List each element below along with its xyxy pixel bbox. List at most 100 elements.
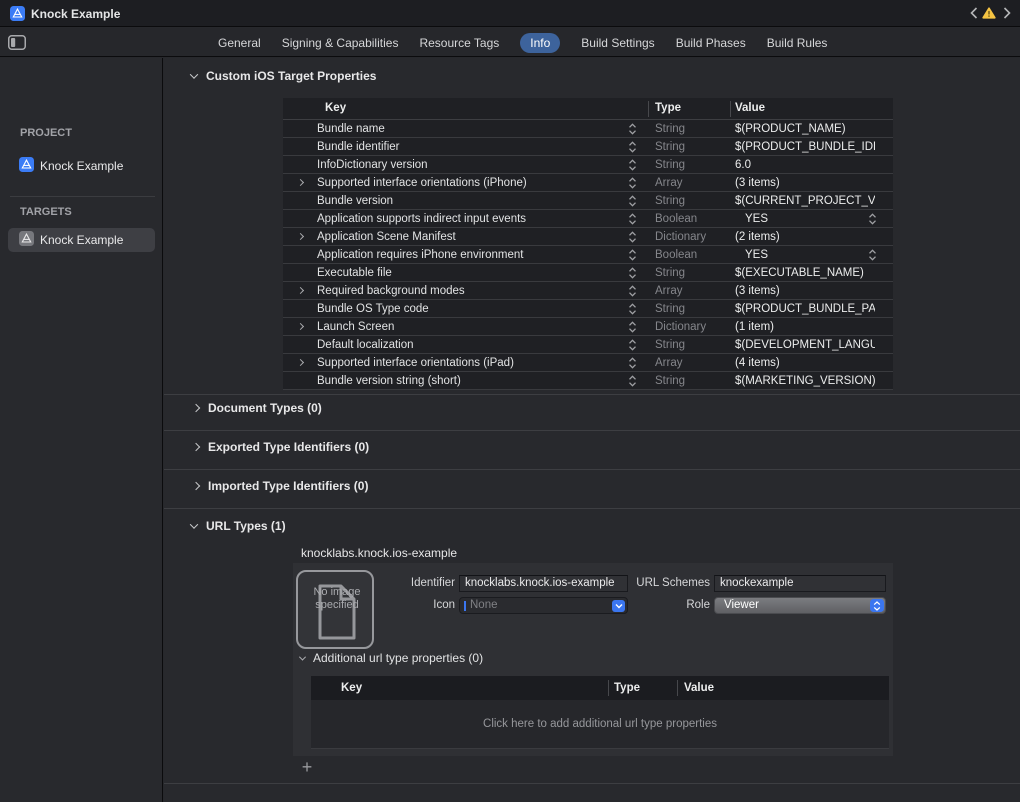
property-value[interactable]: $(MARKETING_VERSION) xyxy=(735,375,875,387)
property-row[interactable]: Default localizationString$(DEVELOPMENT_… xyxy=(283,336,893,354)
tab-build-rules[interactable]: Build Rules xyxy=(767,36,828,50)
property-row[interactable]: Bundle versionString$(CURRENT_PROJECT_VE… xyxy=(283,192,893,210)
property-type: String xyxy=(655,159,685,171)
properties-table-header: Key Type Value xyxy=(283,98,893,120)
key-stepper-icon[interactable] xyxy=(628,303,637,318)
property-value[interactable]: 6.0 xyxy=(735,159,875,171)
key-stepper-icon[interactable] xyxy=(628,249,637,264)
key-stepper-icon[interactable] xyxy=(628,159,637,174)
url-schemes-field[interactable]: knockexample xyxy=(714,575,886,592)
property-type: Array xyxy=(655,357,682,369)
section-document-types[interactable]: Document Types (0) xyxy=(193,400,322,416)
property-row[interactable]: Bundle version string (short)String$(MAR… xyxy=(283,372,893,390)
window-title: Knock Example xyxy=(31,7,120,21)
property-value[interactable]: $(DEVELOPMENT_LANGUAGI xyxy=(735,339,875,351)
tab-signing-capabilities[interactable]: Signing & Capabilities xyxy=(282,36,399,50)
property-row[interactable]: Application supports indirect input even… xyxy=(283,210,893,228)
property-key: Required background modes xyxy=(317,285,465,297)
property-value[interactable]: (2 items) xyxy=(735,231,875,243)
key-stepper-icon[interactable] xyxy=(628,213,637,228)
sidebar-item-target[interactable]: Knock Example xyxy=(8,228,155,252)
disclosure-chevron-icon[interactable] xyxy=(297,233,304,240)
key-stepper-icon[interactable] xyxy=(628,321,637,336)
property-value[interactable]: $(PRODUCT_BUNDLE_IDENT xyxy=(735,141,875,153)
property-value[interactable]: (3 items) xyxy=(735,177,875,189)
property-value[interactable]: $(PRODUCT_BUNDLE_PACKA xyxy=(735,303,875,315)
tab-build-settings[interactable]: Build Settings xyxy=(581,36,654,50)
key-stepper-icon[interactable] xyxy=(628,357,637,372)
key-stepper-icon[interactable] xyxy=(628,267,637,282)
property-value[interactable]: (3 items) xyxy=(735,285,875,297)
property-row[interactable]: Bundle OS Type codeString$(PRODUCT_BUNDL… xyxy=(283,300,893,318)
value-stepper-icon[interactable] xyxy=(868,249,877,264)
section-title: Custom iOS Target Properties xyxy=(206,69,376,83)
sidebar-toggle-icon[interactable] xyxy=(8,35,26,50)
property-key: Supported interface orientations (iPhone… xyxy=(317,177,527,189)
key-stepper-icon[interactable] xyxy=(628,375,637,390)
property-row[interactable]: Application Scene ManifestDictionary(2 i… xyxy=(283,228,893,246)
tab-general[interactable]: General xyxy=(218,36,261,50)
property-row[interactable]: Bundle nameString$(PRODUCT_NAME) xyxy=(283,120,893,138)
properties-table: Key Type Value Bundle nameString$(PRODUC… xyxy=(283,98,893,390)
role-dropdown[interactable]: Viewer xyxy=(714,597,886,614)
icon-label: Icon xyxy=(313,599,455,611)
key-stepper-icon[interactable] xyxy=(628,177,637,192)
key-stepper-icon[interactable] xyxy=(628,339,637,354)
property-row[interactable]: Executable fileString$(EXECUTABLE_NAME) xyxy=(283,264,893,282)
key-stepper-icon[interactable] xyxy=(628,285,637,300)
property-key: Application requires iPhone environment xyxy=(317,249,523,261)
column-header-key: Key xyxy=(341,682,362,694)
section-exported-type-identifiers[interactable]: Exported Type Identifiers (0) xyxy=(193,439,369,455)
column-header-type: Type xyxy=(614,682,640,694)
property-type: Array xyxy=(655,285,682,297)
section-title: Document Types (0) xyxy=(208,401,322,415)
property-row[interactable]: Supported interface orientations (iPad)A… xyxy=(283,354,893,372)
column-divider xyxy=(608,680,609,696)
sidebar-item-project[interactable]: Knock Example xyxy=(8,154,155,178)
value-stepper-icon[interactable] xyxy=(868,213,877,228)
section-title: Exported Type Identifiers (0) xyxy=(208,440,369,454)
section-imported-type-identifiers[interactable]: Imported Type Identifiers (0) xyxy=(193,478,368,494)
target-icon xyxy=(19,231,34,249)
add-url-type-button[interactable]: + xyxy=(298,759,316,777)
property-row[interactable]: Application requires iPhone environment B… xyxy=(283,246,893,264)
key-stepper-icon[interactable] xyxy=(628,231,637,246)
key-stepper-icon[interactable] xyxy=(628,141,637,156)
property-value[interactable]: (1 item) xyxy=(735,321,875,333)
property-value[interactable]: YES xyxy=(735,213,875,225)
property-value[interactable]: $(EXECUTABLE_NAME) xyxy=(735,267,875,279)
tab-resource-tags[interactable]: Resource Tags xyxy=(419,36,499,50)
disclosure-chevron-icon[interactable] xyxy=(297,287,304,294)
disclosure-chevron-icon[interactable] xyxy=(297,323,304,330)
tab-info[interactable]: Info xyxy=(520,33,560,53)
property-row[interactable]: InfoDictionary versionString6.0 xyxy=(283,156,893,174)
chevron-right-icon xyxy=(192,482,200,490)
property-type: Dictionary xyxy=(655,321,706,333)
property-value[interactable]: (4 items) xyxy=(735,357,875,369)
property-type: Boolean xyxy=(655,249,697,261)
key-stepper-icon[interactable] xyxy=(628,195,637,210)
disclosure-chevron-icon[interactable] xyxy=(297,179,304,186)
property-value[interactable]: $(CURRENT_PROJECT_VERS xyxy=(735,195,875,207)
property-row[interactable]: Required background modes Array (3 items) xyxy=(283,282,893,300)
column-header-type: Type xyxy=(655,102,681,114)
property-key: Bundle OS Type code xyxy=(317,303,429,315)
back-chevron-icon[interactable] xyxy=(967,5,981,21)
property-row[interactable]: Supported interface orientations (iPhone… xyxy=(283,174,893,192)
tab-build-phases[interactable]: Build Phases xyxy=(676,36,746,50)
key-stepper-icon[interactable] xyxy=(628,123,637,138)
popup-stepper-icon[interactable] xyxy=(870,599,884,612)
section-title: URL Types (1) xyxy=(206,519,286,533)
property-value[interactable]: YES xyxy=(735,249,875,261)
disclosure-chevron-icon[interactable] xyxy=(297,359,304,366)
additional-url-type-properties-header[interactable]: Additional url type properties (0) xyxy=(300,651,483,665)
property-row[interactable]: Launch ScreenDictionary(1 item) xyxy=(283,318,893,336)
add-additional-properties-area[interactable]: Click here to add additional url type pr… xyxy=(311,700,889,748)
property-value[interactable]: $(PRODUCT_NAME) xyxy=(735,123,875,135)
section-url-types[interactable]: URL Types (1) xyxy=(191,518,286,534)
forward-chevron-icon[interactable] xyxy=(1000,5,1014,21)
property-row[interactable]: Bundle identifierString$(PRODUCT_BUNDLE_… xyxy=(283,138,893,156)
warning-triangle-icon[interactable] xyxy=(982,5,996,21)
column-divider xyxy=(730,101,731,117)
section-custom-ios-target-properties[interactable]: Custom iOS Target Properties xyxy=(191,68,376,84)
